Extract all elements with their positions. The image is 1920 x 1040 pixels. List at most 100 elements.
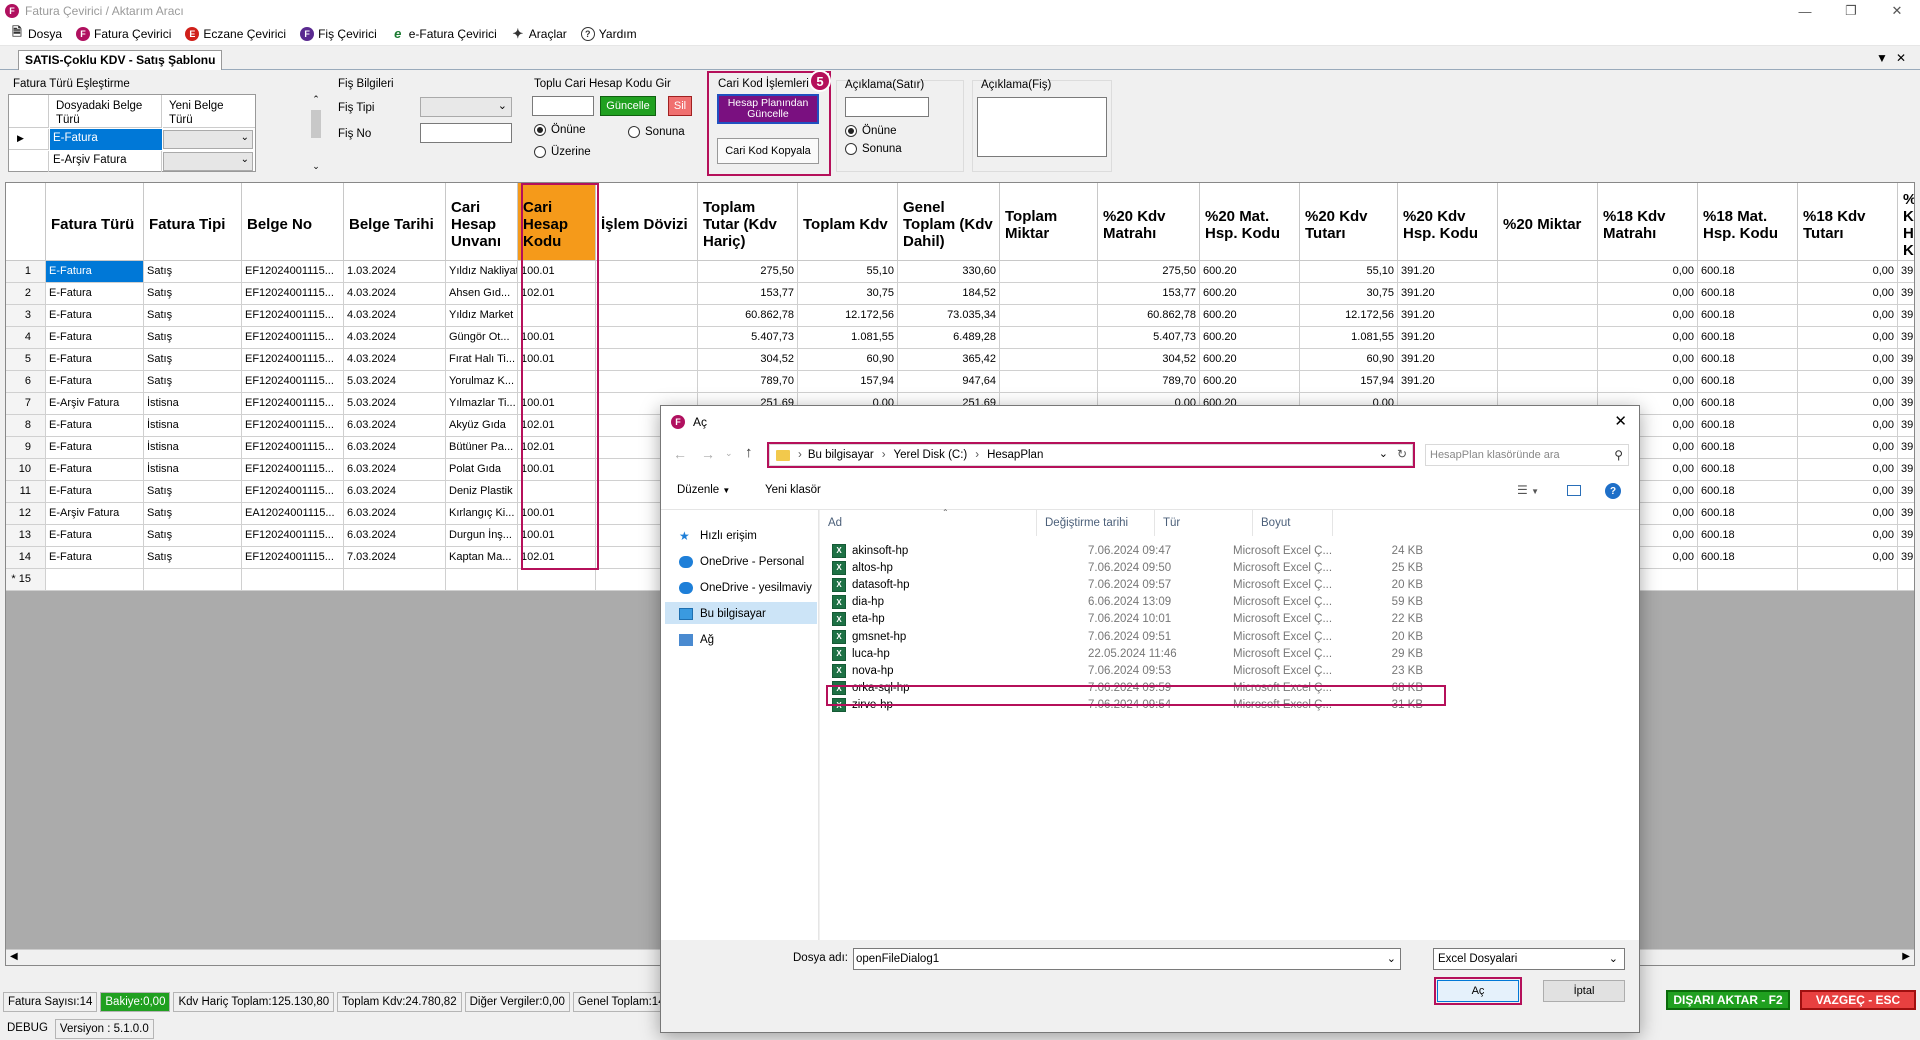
grid-cell[interactable]: 0,00	[1798, 283, 1898, 305]
grid-cell[interactable]: İstisna	[144, 393, 242, 415]
grid-cell[interactable]: EA12024001115...	[242, 503, 344, 525]
grid-cell[interactable]: EF12024001115...	[242, 415, 344, 437]
grid-cell[interactable]: 0,00	[1798, 547, 1898, 569]
grid-cell[interactable]: 600.20	[1200, 349, 1300, 371]
col-header[interactable]: %20 Kdv Tutarı	[1300, 183, 1398, 261]
grid-cell[interactable]: 789,70	[1098, 371, 1200, 393]
col-header[interactable]: İşlem Dövizi	[596, 183, 698, 261]
grid-cell[interactable]: 1.081,55	[1300, 327, 1398, 349]
col-type[interactable]: Tür	[1155, 510, 1253, 536]
fis-tipi-select[interactable]: ⌄	[420, 97, 512, 117]
grid-cell[interactable]: Durgun İnş...	[446, 525, 518, 547]
address-bar[interactable]: › Bu bilgisayar › Yerel Disk (C:) › HesapPl…	[769, 444, 1413, 466]
table-row[interactable]: 4 E-Fatura Satış EF12024001115... 4.03.2024 G…	[6, 327, 1914, 349]
grid-cell[interactable]: E-Arşiv Fatura	[46, 393, 144, 415]
aciklama-radio-sonuna[interactable]: Sonuna	[845, 143, 902, 155]
row-header[interactable]: 4	[6, 327, 46, 349]
menu-efatura-cevirici[interactable]: e e-Fatura Çevirici	[391, 26, 497, 41]
grid-cell[interactable]	[1498, 327, 1598, 349]
grid-cell[interactable]: 600.20	[1200, 371, 1300, 393]
toplu-radio-sonuna[interactable]: Sonuna	[628, 126, 685, 138]
scroll-up-icon[interactable]: ⌃	[309, 94, 323, 105]
grid-cell[interactable]: Polat Gıda	[446, 459, 518, 481]
grid-cell[interactable]	[596, 349, 698, 371]
grid-cell[interactable]: 275,50	[698, 261, 798, 283]
grid-cell[interactable]: 391.20	[1398, 349, 1498, 371]
col-header[interactable]: %18 Mat. Hsp. Kodu	[1698, 183, 1798, 261]
disari-aktar-button[interactable]: DIŞARI AKTAR - F2	[1666, 990, 1790, 1010]
col-header[interactable]: %20 Kdv Matrahı	[1098, 183, 1200, 261]
grid-cell[interactable]: 600.18	[1698, 283, 1798, 305]
row-header[interactable]: 12	[6, 503, 46, 525]
grid-cell[interactable]	[46, 569, 144, 591]
row-header[interactable]: 8	[6, 415, 46, 437]
nav-quick-access[interactable]: ★ Hızlı erişim	[679, 530, 757, 542]
col-header[interactable]: %18 Kdv Hsp. Kodu	[1898, 183, 1914, 261]
path-segment[interactable]: Yerel Disk (C:)	[894, 449, 968, 461]
grid-cell[interactable]: Fırat Halı Ti...	[446, 349, 518, 371]
grid-cell[interactable]: EF12024001115...	[242, 525, 344, 547]
filename-input[interactable]: openFileDialog1 ⌄	[853, 948, 1401, 970]
grid-cell[interactable]: 600.18	[1698, 371, 1798, 393]
grid-cell[interactable]	[1498, 349, 1598, 371]
row-header[interactable]: 10	[6, 459, 46, 481]
grid-cell[interactable]: 100.01	[518, 261, 596, 283]
grid-cell[interactable]: Satış	[144, 283, 242, 305]
col-header[interactable]: %20 Mat. Hsp. Kodu	[1200, 183, 1300, 261]
col-header[interactable]: Cari Hesap Kodu	[518, 183, 596, 261]
tab-close-icon[interactable]: ✕	[1896, 51, 1914, 65]
grid-cell[interactable]: Satış	[144, 547, 242, 569]
col-date[interactable]: Değiştirme tarihi	[1037, 510, 1155, 536]
grid-cell[interactable]: 6.489,28	[898, 327, 1000, 349]
mapping-scrollbar[interactable]: ⌃ ⌄	[309, 94, 323, 172]
grid-cell[interactable]: EF12024001115...	[242, 481, 344, 503]
grid-cell[interactable]	[446, 569, 518, 591]
table-row[interactable]: 1 E-Fatura Satış EF12024001115... 1.03.2024 Y…	[6, 261, 1914, 283]
grid-cell[interactable]: E-Fatura	[46, 415, 144, 437]
grid-cell[interactable]: 0,00	[1598, 305, 1698, 327]
col-header[interactable]: Fatura Tipi	[144, 183, 242, 261]
grid-cell[interactable]: İstisna	[144, 437, 242, 459]
grid-cell[interactable]: 391.20	[1398, 283, 1498, 305]
chevron-down-icon[interactable]: ⌄	[1387, 949, 1396, 969]
grid-cell[interactable]: E-Fatura	[46, 481, 144, 503]
grid-cell[interactable]: 0,00	[1798, 305, 1898, 327]
grid-cell[interactable]: 304,52	[698, 349, 798, 371]
grid-cell[interactable]: E-Arşiv Fatura	[46, 503, 144, 525]
row-header[interactable]: 9	[6, 437, 46, 459]
row-header[interactable]: 5	[6, 349, 46, 371]
grid-cell[interactable]: Yılmazlar Ti...	[446, 393, 518, 415]
grid-cell[interactable]: 5.407,73	[1098, 327, 1200, 349]
dialog-close-icon[interactable]: ✕	[1614, 412, 1627, 430]
back-icon[interactable]: ←	[673, 446, 687, 462]
grid-cell[interactable]: 0,00	[1798, 525, 1898, 547]
col-header[interactable]: Fatura Türü	[46, 183, 144, 261]
grid-cell[interactable]: 100.01	[518, 459, 596, 481]
grid-cell[interactable]	[242, 569, 344, 591]
grid-cell[interactable]: EF12024001115...	[242, 283, 344, 305]
grid-cell[interactable]	[1000, 305, 1098, 327]
grid-cell[interactable]: Satış	[144, 525, 242, 547]
grid-cell[interactable]	[596, 305, 698, 327]
grid-cell[interactable]: 6.03.2024	[344, 503, 446, 525]
cari-kod-kopyala-button[interactable]: Cari Kod Kopyala	[717, 138, 819, 164]
grid-cell[interactable]: 39	[1898, 459, 1914, 481]
grid-cell[interactable]: Bütüner Pa...	[446, 437, 518, 459]
grid-cell[interactable]: 275,50	[1098, 261, 1200, 283]
grid-cell[interactable]: 6.03.2024	[344, 437, 446, 459]
grid-cell[interactable]	[518, 371, 596, 393]
mapping-target-select-1[interactable]: ⌄	[163, 130, 253, 149]
grid-cell[interactable]: 600.18	[1698, 393, 1798, 415]
grid-cell[interactable]: 304,52	[1098, 349, 1200, 371]
fis-no-input[interactable]	[420, 123, 512, 143]
mapping-row-efatura[interactable]: E-Fatura	[50, 129, 162, 150]
grid-cell[interactable]: EF12024001115...	[242, 305, 344, 327]
grid-cell[interactable]: E-Fatura	[46, 437, 144, 459]
grid-cell[interactable]: 330,60	[898, 261, 1000, 283]
grid-cell[interactable]: 1.03.2024	[344, 261, 446, 283]
sil-button[interactable]: Sil	[668, 96, 692, 116]
grid-cell[interactable]: E-Fatura	[46, 349, 144, 371]
grid-cell[interactable]: 0,00	[1798, 371, 1898, 393]
scroll-right-icon[interactable]: ▶	[1902, 951, 1910, 962]
col-header[interactable]: %20 Miktar	[1498, 183, 1598, 261]
